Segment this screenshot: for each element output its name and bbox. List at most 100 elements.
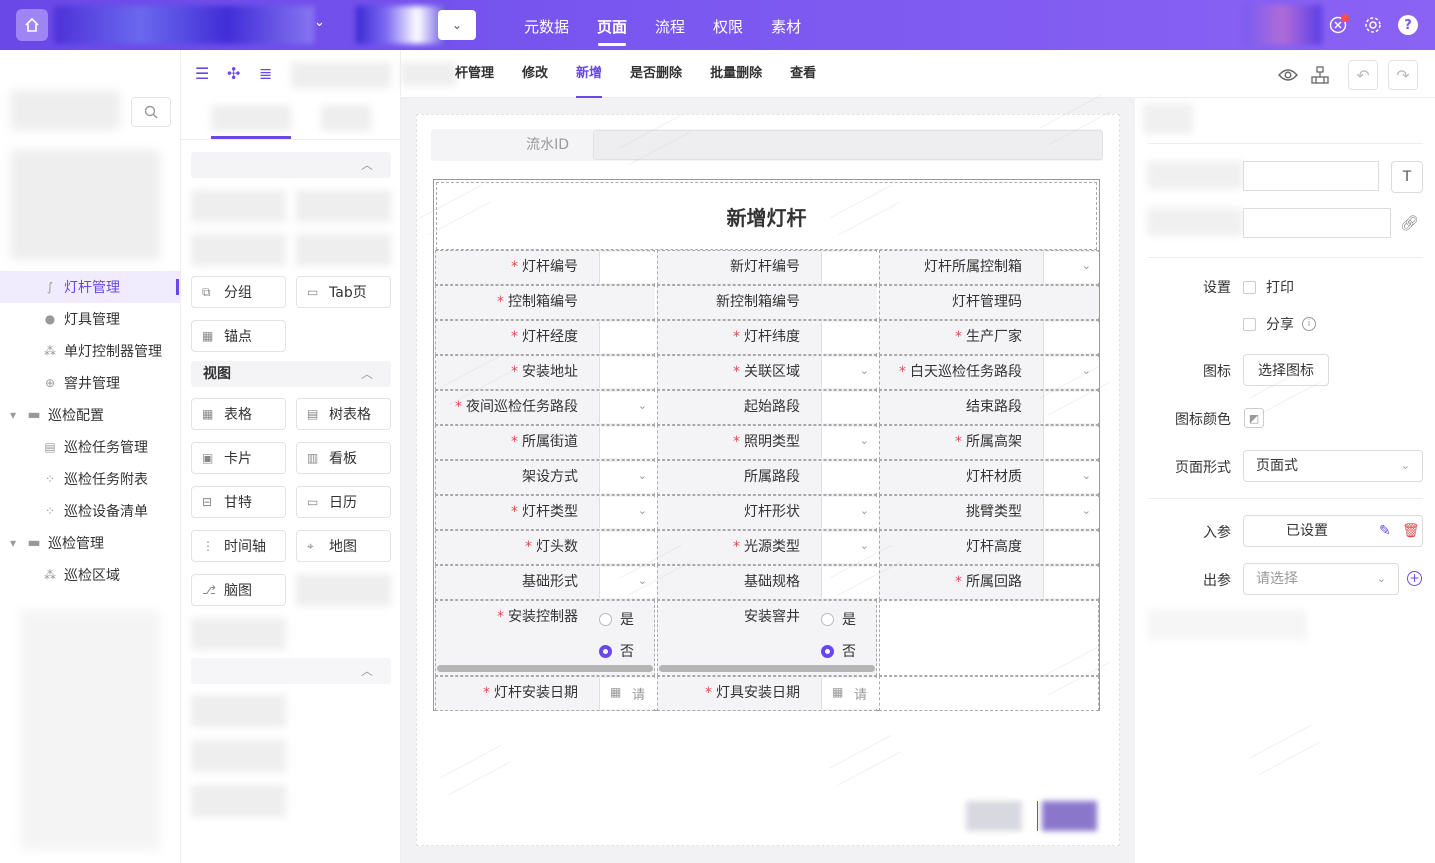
field-input[interactable]: [1043, 427, 1099, 458]
component-button[interactable]: ▤ 树表格: [296, 398, 391, 430]
field-input[interactable]: ⌄: [821, 497, 877, 528]
topnav-item[interactable]: 流程: [641, 0, 699, 50]
eye-icon[interactable]: [1273, 60, 1303, 90]
gear-icon[interactable]: [1362, 14, 1384, 36]
page-tab[interactable]: 修改: [508, 50, 562, 98]
checkbox-box[interactable]: [1243, 317, 1256, 331]
field-input[interactable]: ⌄: [599, 462, 655, 493]
page-tab[interactable]: 批量删除: [696, 50, 776, 98]
env-dropdown-chevron-icon[interactable]: ⌄: [438, 10, 476, 40]
page-tab[interactable]: 新增: [562, 50, 616, 98]
section-blurred[interactable]: ︿: [191, 658, 391, 684]
choose-icon-button[interactable]: 选择图标: [1243, 354, 1329, 386]
blurred-component[interactable]: [191, 190, 286, 222]
radio-dot[interactable]: [821, 612, 834, 626]
component-button[interactable]: ⧉ 分组: [191, 276, 286, 308]
out-param-select[interactable]: 请选择 ⌄: [1243, 563, 1399, 595]
env-selector-blurred[interactable]: [356, 6, 448, 44]
checkbox-box[interactable]: [1243, 280, 1256, 294]
page-tab[interactable]: 杆管理: [441, 50, 508, 98]
topnav-item[interactable]: 权限: [699, 0, 757, 50]
sitemap-icon[interactable]: [1305, 60, 1335, 90]
topnav-item[interactable]: 素材: [757, 0, 815, 50]
field-input[interactable]: ⌄: [1043, 252, 1099, 283]
field-input[interactable]: ⌄: [1043, 462, 1099, 493]
delete-icon[interactable]: 🗑︎: [1402, 523, 1420, 539]
component-button[interactable]: ▦ 表格: [191, 398, 286, 430]
sidebar-item[interactable]: ● 灯具管理: [0, 303, 181, 335]
field-input[interactable]: ⌄: [599, 567, 655, 598]
info-icon[interactable]: i: [1302, 317, 1316, 331]
print-checkbox[interactable]: 打印: [1243, 277, 1294, 297]
field-input[interactable]: [821, 252, 877, 283]
field-input[interactable]: [599, 532, 655, 563]
sidebar-item[interactable]: ▾ ▬ 巡检配置: [0, 399, 181, 431]
component-button[interactable]: ⋮ 时间轴: [191, 530, 286, 562]
radio-no[interactable]: 否: [599, 641, 634, 661]
share-checkbox[interactable]: 分享 i: [1243, 314, 1316, 334]
blurred-input[interactable]: [1243, 161, 1379, 191]
component-button[interactable]: ▭ Tab页: [296, 276, 391, 308]
caret-down-icon[interactable]: ▾: [8, 536, 18, 550]
field-input[interactable]: ⌄: [821, 357, 877, 388]
view-section-header[interactable]: 视图 ︿: [191, 361, 391, 387]
field-input[interactable]: ⌄: [1043, 357, 1099, 388]
component-button[interactable]: ▦ 锚点: [191, 320, 286, 352]
radio-dot[interactable]: [599, 612, 612, 626]
field-input[interactable]: [821, 567, 877, 598]
blurred-component[interactable]: [296, 574, 391, 606]
redo-icon[interactable]: ↷: [1388, 60, 1418, 90]
radio-dot[interactable]: [599, 644, 612, 658]
radio-yes[interactable]: 是: [599, 609, 634, 629]
field-input[interactable]: [1043, 392, 1099, 423]
blurred-cancel-button[interactable]: [966, 801, 1022, 831]
in-param-field[interactable]: 已设置: [1243, 515, 1423, 547]
field-input[interactable]: ⌄: [821, 427, 877, 458]
blurred-component[interactable]: [191, 695, 286, 727]
page-tab[interactable]: 查看: [776, 50, 830, 98]
app-selector-blurred[interactable]: [54, 6, 314, 44]
blurred-tab[interactable]: [211, 105, 291, 131]
component-button[interactable]: ⌖ 地图: [296, 530, 391, 562]
sidebar-item[interactable]: ∫ 灯杆管理: [0, 271, 181, 303]
radio-no[interactable]: 否: [821, 641, 856, 661]
add-circle-icon[interactable]: +: [1407, 571, 1422, 586]
color-picker-icon[interactable]: ◩: [1244, 408, 1264, 428]
field-input[interactable]: [821, 392, 877, 423]
component-button[interactable]: ▣ 卡片: [191, 442, 286, 474]
sidebar-item[interactable]: ▤ 巡检任务管理: [0, 431, 181, 463]
sidebar-item[interactable]: ⁂ 单灯控制器管理: [0, 335, 181, 367]
date-input[interactable]: ▦ 请: [599, 678, 655, 709]
component-button[interactable]: ⊟ 甘特: [191, 486, 286, 518]
field-input[interactable]: [1043, 287, 1099, 318]
sidebar-item[interactable]: ⁂ 巡检区域: [0, 559, 181, 591]
field-input[interactable]: [599, 427, 655, 458]
list-icon[interactable]: ☰: [195, 64, 209, 83]
field-input[interactable]: [1043, 532, 1099, 563]
blurred-submit-button[interactable]: [1042, 801, 1097, 831]
field-input[interactable]: [599, 287, 655, 318]
sidebar-item[interactable]: ⁘ 巡检设备清单: [0, 495, 181, 527]
component-button[interactable]: ▥ 看板: [296, 442, 391, 474]
sidebar-item[interactable]: ⊕ 窨井管理: [0, 367, 181, 399]
component-button[interactable]: ⎇ 脑图: [191, 574, 286, 606]
field-input[interactable]: [599, 357, 655, 388]
blurred-component[interactable]: [191, 740, 286, 772]
blurred-tab[interactable]: [321, 105, 371, 131]
radio-dot[interactable]: [821, 644, 834, 658]
sidebar-item[interactable]: ▾ ▬ 巡检管理: [0, 527, 181, 559]
topnav-item[interactable]: 元数据: [510, 0, 583, 50]
list-settings-icon[interactable]: ≣: [259, 64, 272, 83]
puzzle-icon[interactable]: ✣: [227, 64, 240, 83]
horizontal-scrollbar[interactable]: [659, 665, 875, 672]
topnav-item[interactable]: 页面: [583, 0, 641, 50]
horizontal-scrollbar[interactable]: [437, 665, 653, 672]
sidebar-item[interactable]: ⁘ 巡检任务附表: [0, 463, 181, 495]
chevron-down-icon[interactable]: ⌄: [314, 15, 325, 30]
field-input[interactable]: [821, 462, 877, 493]
page-tab[interactable]: 是否删除: [616, 50, 696, 98]
search-icon[interactable]: [131, 97, 171, 127]
edit-icon[interactable]: ✎: [1379, 523, 1391, 539]
help-icon[interactable]: ?: [1398, 15, 1418, 35]
field-input[interactable]: [599, 252, 655, 283]
